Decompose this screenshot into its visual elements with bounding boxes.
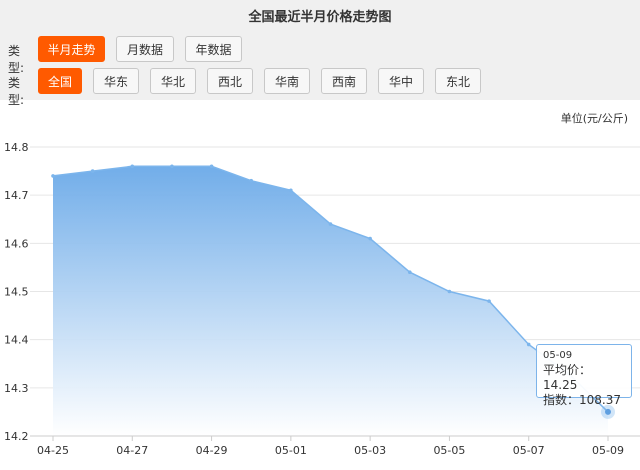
y-tick-label: 14.2 <box>4 430 29 443</box>
x-tick-label: 05-03 <box>354 444 386 457</box>
x-axis-labels: 04-25 04-27 04-29 05-01 05-03 05-05 05-07 05-09 <box>30 435 640 457</box>
y-tick-label: 14.7 <box>4 189 29 202</box>
data-point <box>487 299 491 303</box>
x-tick-label: 05-09 <box>592 444 624 457</box>
x-tick-label: 05-01 <box>275 444 307 457</box>
data-point <box>289 188 293 193</box>
y-tick-label: 14.5 <box>4 286 29 299</box>
y-tick-label: 14.6 <box>4 237 29 250</box>
x-tick-label: 04-27 <box>116 444 148 457</box>
data-point <box>605 408 611 415</box>
data-point <box>249 178 254 183</box>
x-tick-label: 04-29 <box>196 444 228 457</box>
y-tick-label: 14.3 <box>4 382 29 395</box>
x-tick-label: 05-05 <box>433 444 465 457</box>
data-point <box>328 222 333 226</box>
data-point <box>130 164 135 169</box>
data-point <box>51 174 55 178</box>
y-tick-label: 14.8 <box>4 141 29 154</box>
chart-tooltip: 05-09 平均价：14.25 指数：108.37 <box>536 344 632 407</box>
data-point <box>170 164 174 169</box>
x-tick-label: 04-25 <box>37 444 69 457</box>
data-point <box>209 164 214 169</box>
x-tick-label: 05-07 <box>513 444 545 457</box>
data-point <box>407 270 412 275</box>
data-point <box>368 236 372 241</box>
tooltip-date: 05-09 <box>543 350 573 361</box>
price-area <box>53 166 608 437</box>
tooltip-avg-price: 平均价：14.25 <box>543 363 592 392</box>
y-tick-label: 14.4 <box>4 334 29 347</box>
y-axis-labels: 14.2 14.3 14.4 14.5 14.6 14.7 14.8 <box>4 141 29 443</box>
tooltip-index: 指数：108.37 <box>543 393 621 407</box>
data-point <box>447 289 452 294</box>
data-point <box>90 169 95 173</box>
data-point <box>526 342 531 347</box>
